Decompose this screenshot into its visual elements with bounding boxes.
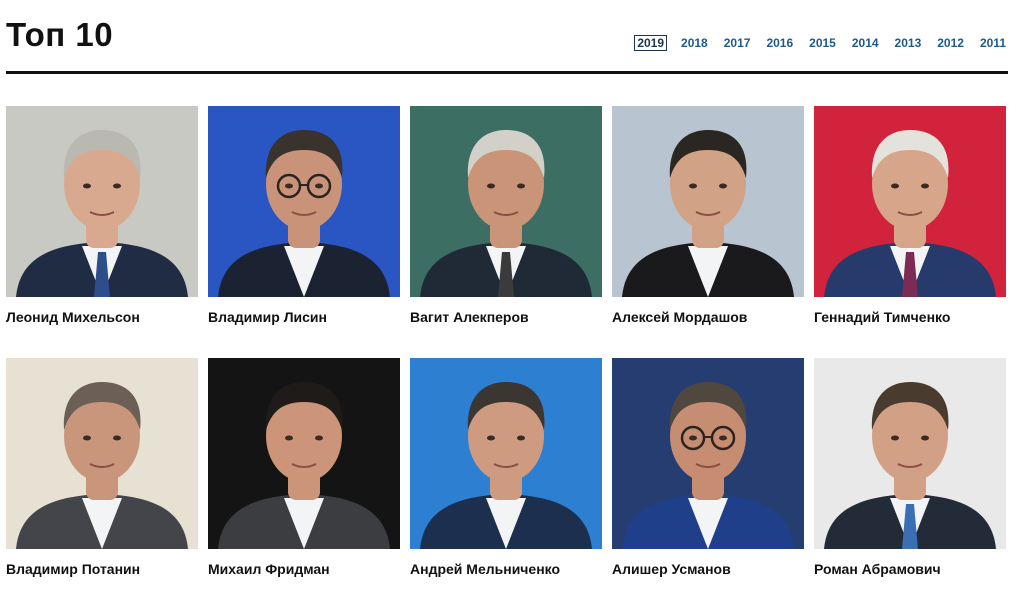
portrait-photo[interactable] xyxy=(6,358,198,549)
person-card[interactable]: Михаил Фридман xyxy=(208,358,400,596)
portrait-photo[interactable] xyxy=(208,358,400,549)
year-tab-2014[interactable]: 2014 xyxy=(850,35,881,51)
page-title: Топ 10 xyxy=(6,16,114,53)
person-name[interactable]: Андрей Мельниченко xyxy=(410,561,602,577)
person-name[interactable]: Михаил Фридман xyxy=(208,561,400,577)
portrait-photo[interactable] xyxy=(208,106,400,297)
person-card[interactable]: Геннадий Тимченко xyxy=(814,106,1006,344)
portrait-photo[interactable] xyxy=(410,358,602,549)
portrait-photo[interactable] xyxy=(814,358,1006,549)
portrait-photo[interactable] xyxy=(410,106,602,297)
year-tab-2013[interactable]: 2013 xyxy=(893,35,924,51)
person-name[interactable]: Алишер Усманов xyxy=(612,561,804,577)
top10-grid: Леонид Михельсон Владимир Лисин Вагит Алек… xyxy=(6,106,1008,596)
year-tab-2018[interactable]: 2018 xyxy=(679,35,710,51)
person-name[interactable]: Алексей Мордашов xyxy=(612,309,804,325)
year-tab-2015[interactable]: 2015 xyxy=(807,35,838,51)
person-card[interactable]: Алишер Усманов xyxy=(612,358,804,596)
person-card[interactable]: Вагит Алекперов xyxy=(410,106,602,344)
portrait-photo[interactable] xyxy=(6,106,198,297)
year-tab-2016[interactable]: 2016 xyxy=(764,35,795,51)
year-tab-2019[interactable]: 2019 xyxy=(634,35,668,51)
person-name[interactable]: Геннадий Тимченко xyxy=(814,309,1006,325)
portrait-photo[interactable] xyxy=(612,106,804,297)
person-card[interactable]: Владимир Потанин xyxy=(6,358,198,596)
person-name[interactable]: Владимир Лисин xyxy=(208,309,400,325)
person-card[interactable]: Леонид Михельсон xyxy=(6,106,198,344)
person-card[interactable]: Роман Абрамович xyxy=(814,358,1006,596)
person-name[interactable]: Роман Абрамович xyxy=(814,561,1006,577)
person-card[interactable]: Владимир Лисин xyxy=(208,106,400,344)
person-card[interactable]: Алексей Мордашов xyxy=(612,106,804,344)
portrait-photo[interactable] xyxy=(612,358,804,549)
year-tab-2017[interactable]: 2017 xyxy=(722,35,753,51)
page-header: Топ 10 2019 2018 2017 2016 2015 2014 2013 2012 2… xyxy=(6,0,1008,74)
year-tab-2011[interactable]: 2011 xyxy=(978,35,1008,51)
person-name[interactable]: Вагит Алекперов xyxy=(410,309,602,325)
year-tabs: 2019 2018 2017 2016 2015 2014 2013 2012 2011 xyxy=(622,35,1008,51)
year-tab-2012[interactable]: 2012 xyxy=(935,35,966,51)
person-card[interactable]: Андрей Мельниченко xyxy=(410,358,602,596)
header-divider xyxy=(6,71,1008,74)
portrait-photo[interactable] xyxy=(814,106,1006,297)
person-name[interactable]: Леонид Михельсон xyxy=(6,309,198,325)
person-name[interactable]: Владимир Потанин xyxy=(6,561,198,577)
